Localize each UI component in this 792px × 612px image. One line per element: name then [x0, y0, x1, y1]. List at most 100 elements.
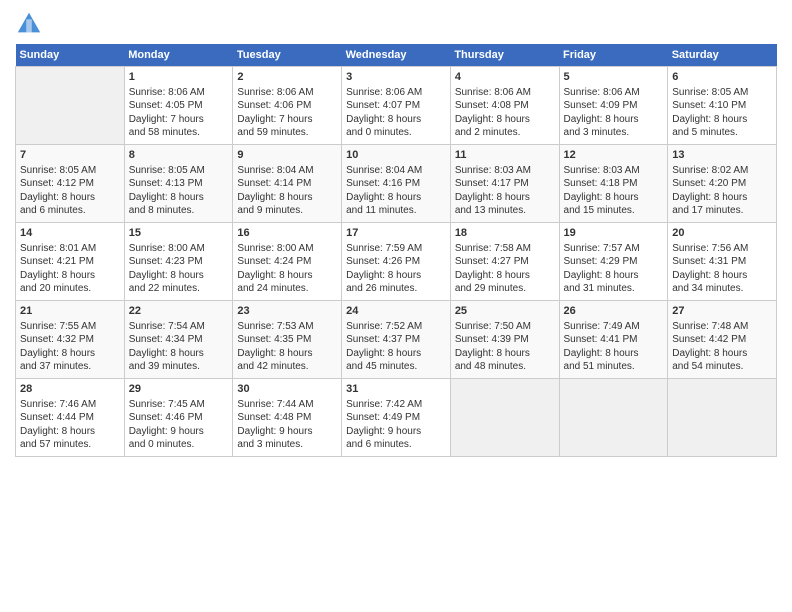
day-info-line: and 8 minutes. — [129, 204, 229, 218]
day-number: 26 — [564, 304, 664, 319]
day-info-line: Sunset: 4:34 PM — [129, 333, 229, 347]
calendar-cell: 26Sunrise: 7:49 AMSunset: 4:41 PMDayligh… — [559, 301, 668, 379]
day-number: 4 — [455, 70, 555, 85]
page: SundayMondayTuesdayWednesdayThursdayFrid… — [0, 0, 792, 612]
calendar-cell: 23Sunrise: 7:53 AMSunset: 4:35 PMDayligh… — [233, 301, 342, 379]
day-info-line: Sunset: 4:27 PM — [455, 255, 555, 269]
day-info-line: and 20 minutes. — [20, 282, 120, 296]
day-number: 24 — [346, 304, 446, 319]
day-info-line: and 39 minutes. — [129, 360, 229, 374]
day-info-line: Sunset: 4:13 PM — [129, 177, 229, 191]
day-header-tuesday: Tuesday — [233, 44, 342, 67]
day-info-line: and 22 minutes. — [129, 282, 229, 296]
week-row-5: 28Sunrise: 7:46 AMSunset: 4:44 PMDayligh… — [16, 379, 777, 457]
day-info-line: Daylight: 8 hours — [455, 347, 555, 361]
day-info-line: Sunrise: 8:04 AM — [346, 164, 446, 178]
day-header-wednesday: Wednesday — [342, 44, 451, 67]
day-info-line: Daylight: 8 hours — [20, 347, 120, 361]
day-info-line: Daylight: 8 hours — [564, 347, 664, 361]
day-info-line: Sunrise: 7:46 AM — [20, 398, 120, 412]
calendar-cell: 24Sunrise: 7:52 AMSunset: 4:37 PMDayligh… — [342, 301, 451, 379]
day-info-line: and 9 minutes. — [237, 204, 337, 218]
day-number: 25 — [455, 304, 555, 319]
day-info-line: Sunset: 4:08 PM — [455, 99, 555, 113]
day-info-line: and 11 minutes. — [346, 204, 446, 218]
day-info-line: Sunrise: 7:42 AM — [346, 398, 446, 412]
calendar-cell: 29Sunrise: 7:45 AMSunset: 4:46 PMDayligh… — [124, 379, 233, 457]
day-info-line: Sunset: 4:14 PM — [237, 177, 337, 191]
day-info-line: and 59 minutes. — [237, 126, 337, 140]
day-info-line: Daylight: 8 hours — [129, 269, 229, 283]
day-header-saturday: Saturday — [668, 44, 777, 67]
day-number: 28 — [20, 382, 120, 397]
day-info-line: Sunrise: 8:05 AM — [672, 86, 772, 100]
day-info-line: Daylight: 8 hours — [672, 113, 772, 127]
day-info-line: and 26 minutes. — [346, 282, 446, 296]
day-info-line: Sunset: 4:21 PM — [20, 255, 120, 269]
day-info-line: Sunset: 4:31 PM — [672, 255, 772, 269]
calendar-cell: 14Sunrise: 8:01 AMSunset: 4:21 PMDayligh… — [16, 223, 125, 301]
day-info-line: Sunset: 4:20 PM — [672, 177, 772, 191]
day-header-thursday: Thursday — [450, 44, 559, 67]
day-info-line: and 58 minutes. — [129, 126, 229, 140]
day-number: 15 — [129, 226, 229, 241]
day-info-line: Sunrise: 7:45 AM — [129, 398, 229, 412]
day-info-line: and 3 minutes. — [564, 126, 664, 140]
day-info-line: and 6 minutes. — [20, 204, 120, 218]
day-number: 3 — [346, 70, 446, 85]
calendar-cell: 4Sunrise: 8:06 AMSunset: 4:08 PMDaylight… — [450, 67, 559, 145]
day-info-line: and 29 minutes. — [455, 282, 555, 296]
header-row: SundayMondayTuesdayWednesdayThursdayFrid… — [16, 44, 777, 67]
calendar-cell: 2Sunrise: 8:06 AMSunset: 4:06 PMDaylight… — [233, 67, 342, 145]
day-info-line: Sunset: 4:26 PM — [346, 255, 446, 269]
calendar-cell: 3Sunrise: 8:06 AMSunset: 4:07 PMDaylight… — [342, 67, 451, 145]
day-info-line: Sunset: 4:32 PM — [20, 333, 120, 347]
day-info-line: Sunset: 4:41 PM — [564, 333, 664, 347]
calendar-cell: 5Sunrise: 8:06 AMSunset: 4:09 PMDaylight… — [559, 67, 668, 145]
day-info-line: Sunrise: 8:03 AM — [455, 164, 555, 178]
day-info-line: Sunset: 4:12 PM — [20, 177, 120, 191]
day-info-line: Daylight: 8 hours — [129, 347, 229, 361]
day-info-line: Sunset: 4:29 PM — [564, 255, 664, 269]
day-info-line: and 24 minutes. — [237, 282, 337, 296]
calendar-cell — [668, 379, 777, 457]
day-info-line: Sunset: 4:10 PM — [672, 99, 772, 113]
calendar-cell: 27Sunrise: 7:48 AMSunset: 4:42 PMDayligh… — [668, 301, 777, 379]
week-row-3: 14Sunrise: 8:01 AMSunset: 4:21 PMDayligh… — [16, 223, 777, 301]
day-info-line: Sunset: 4:46 PM — [129, 411, 229, 425]
calendar-cell — [450, 379, 559, 457]
calendar-cell: 28Sunrise: 7:46 AMSunset: 4:44 PMDayligh… — [16, 379, 125, 457]
day-header-monday: Monday — [124, 44, 233, 67]
day-number: 6 — [672, 70, 772, 85]
day-info-line: and 54 minutes. — [672, 360, 772, 374]
day-info-line: Sunrise: 8:02 AM — [672, 164, 772, 178]
day-info-line: Daylight: 8 hours — [564, 113, 664, 127]
day-info-line: and 5 minutes. — [672, 126, 772, 140]
calendar-cell: 16Sunrise: 8:00 AMSunset: 4:24 PMDayligh… — [233, 223, 342, 301]
day-info-line: Daylight: 8 hours — [237, 269, 337, 283]
day-number: 30 — [237, 382, 337, 397]
calendar-cell: 11Sunrise: 8:03 AMSunset: 4:17 PMDayligh… — [450, 145, 559, 223]
day-info-line: and 31 minutes. — [564, 282, 664, 296]
day-info-line: Sunset: 4:39 PM — [455, 333, 555, 347]
day-info-line: Sunrise: 8:06 AM — [129, 86, 229, 100]
day-info-line: Sunrise: 8:06 AM — [455, 86, 555, 100]
day-number: 23 — [237, 304, 337, 319]
day-info-line: Daylight: 8 hours — [129, 191, 229, 205]
day-info-line: Sunrise: 7:57 AM — [564, 242, 664, 256]
calendar-cell: 6Sunrise: 8:05 AMSunset: 4:10 PMDaylight… — [668, 67, 777, 145]
day-number: 19 — [564, 226, 664, 241]
day-info-line: Daylight: 8 hours — [672, 347, 772, 361]
day-info-line: Sunset: 4:16 PM — [346, 177, 446, 191]
day-info-line: Daylight: 8 hours — [455, 191, 555, 205]
day-info-line: and 45 minutes. — [346, 360, 446, 374]
day-info-line: Sunrise: 8:05 AM — [20, 164, 120, 178]
day-info-line: and 17 minutes. — [672, 204, 772, 218]
day-info-line: Sunrise: 8:03 AM — [564, 164, 664, 178]
day-info-line: Sunset: 4:42 PM — [672, 333, 772, 347]
day-number: 8 — [129, 148, 229, 163]
day-info-line: Sunset: 4:37 PM — [346, 333, 446, 347]
day-info-line: and 37 minutes. — [20, 360, 120, 374]
day-info-line: Sunrise: 7:44 AM — [237, 398, 337, 412]
calendar-cell: 30Sunrise: 7:44 AMSunset: 4:48 PMDayligh… — [233, 379, 342, 457]
